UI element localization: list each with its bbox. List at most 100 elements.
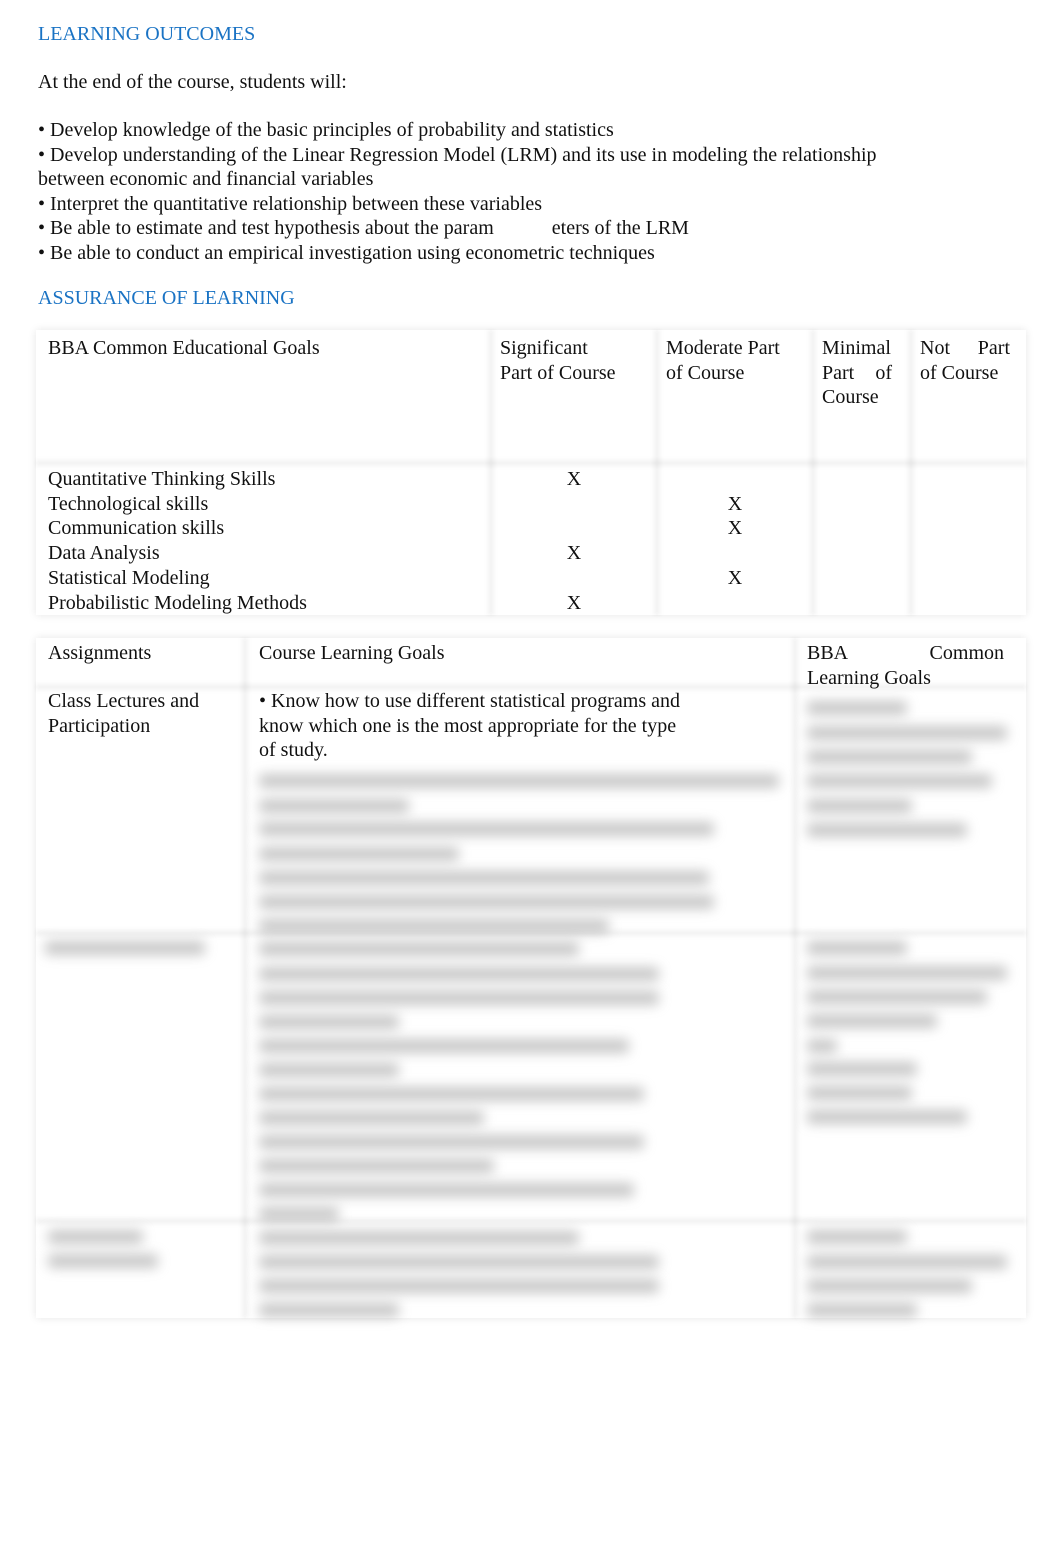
header-line: Significant [500, 337, 588, 359]
goal-row-label: Quantitative Thinking Skills [48, 468, 276, 490]
blurred-text-line [807, 941, 907, 955]
blurred-text-line [807, 1014, 937, 1028]
goal-level-mark: X [727, 492, 743, 515]
blurred-text-line [807, 750, 972, 764]
blurred-text-line [259, 822, 714, 836]
blurred-text-line [807, 1255, 1007, 1269]
blurred-text-line [807, 1039, 837, 1053]
table-divider [654, 330, 660, 615]
goal-row-label: Statistical Modeling [48, 566, 210, 589]
blurred-text-line [259, 774, 779, 788]
blurred-text-line [259, 1039, 629, 1053]
goal-row-label: Data Analysis [48, 542, 160, 565]
blurred-text-line [807, 823, 967, 837]
blurred-text-line [807, 966, 1007, 980]
blurred-text-line [259, 1255, 659, 1269]
blurred-text-line [807, 774, 992, 788]
header-line: Course [822, 386, 879, 408]
outcome-item-continuation: between economic and financial variables [38, 168, 374, 190]
header-line: Moderate Part [666, 337, 780, 359]
course-goal-line: of study. [259, 739, 328, 761]
blurred-text-line [259, 967, 659, 981]
goal-level-mark: X [727, 566, 743, 589]
goal-row-label: Probabilistic Modeling Methods [48, 591, 307, 614]
header-significant: Significant Part of Course [500, 336, 616, 385]
blurred-text-line [807, 1279, 972, 1293]
header-word: BBA [807, 642, 849, 664]
table-divider [36, 1218, 1026, 1224]
goal-row-label: Communication skills [48, 517, 225, 540]
blurred-text-line [807, 990, 987, 1004]
blurred-text-line [259, 991, 659, 1005]
blurred-text-line [807, 1230, 907, 1244]
blurred-text-line [259, 1087, 644, 1101]
table-divider [488, 330, 494, 615]
table-divider [792, 638, 798, 1318]
assignment-line: Class Lectures and [48, 690, 200, 712]
blurred-text-line [259, 1063, 399, 1077]
header-line: BBA Common [807, 641, 1004, 666]
goal-row-label: Technological skills [48, 492, 209, 515]
header-line: Part of Course [500, 361, 616, 384]
blurred-text-line [259, 895, 714, 909]
blurred-text-line [259, 1015, 399, 1029]
outcome-item: • Develop knowledge of the basic princip… [38, 119, 614, 141]
table-divider [242, 638, 248, 1318]
blurred-text-line [807, 1303, 917, 1317]
learning-outcomes-heading: LEARNING OUTCOMES [38, 23, 256, 45]
goal-level-mark: X [566, 542, 582, 565]
header-moderate: Moderate Part of Course [666, 336, 780, 385]
header-not: Not Part of Course [920, 336, 1010, 385]
table-divider [908, 330, 914, 615]
outcomes-list: • Develop knowledge of the basic princip… [38, 118, 938, 265]
header-bba-goals: BBA Common Learning Goals [807, 641, 1004, 690]
blurred-text-line [259, 1135, 644, 1149]
blurred-text-line [259, 942, 579, 956]
table-divider [36, 460, 1026, 466]
blurred-text-line [259, 1303, 399, 1317]
outcome-item: • Be able to estimate and test hypothesi… [38, 216, 938, 241]
header-line: of Course [920, 361, 999, 384]
table-divider [810, 330, 816, 615]
header-word: Common [929, 642, 1004, 664]
course-goal-line: know which one is the most appropriate f… [259, 714, 677, 737]
blurred-text-line [259, 1279, 659, 1293]
header-assignments: Assignments [48, 642, 152, 664]
header-minimal: Minimal Part of Course [822, 336, 892, 410]
course-goals-cell: • Know how to use different statistical … [259, 689, 709, 763]
course-goal-line: • Know how to use different statistical … [259, 690, 680, 712]
blurred-text-line [259, 919, 609, 933]
outcome-item: • Be able to conduct an empirical invest… [38, 241, 655, 264]
blurred-text-line [807, 726, 1007, 740]
header-line: of Course [666, 361, 745, 384]
header-line: Minimal [822, 337, 891, 359]
blurred-text-line [259, 1111, 484, 1125]
goal-level-mark: X [566, 468, 582, 490]
assignment-name: Class Lectures and Participation [48, 689, 199, 738]
blurred-text-line [259, 1159, 494, 1173]
goal-level-mark: X [727, 517, 743, 540]
blurred-text-line [48, 1254, 158, 1268]
goal-level-mark: X [566, 591, 582, 614]
blurred-text-line [807, 1062, 917, 1076]
outcome-item: • Interpret the quantitative relationshi… [38, 192, 543, 215]
header-line: Part of [822, 361, 892, 384]
blurred-text-line [259, 799, 409, 813]
blurred-text-line [259, 847, 459, 861]
outcome-item-part: • Be able to estimate and test hypothesi… [38, 217, 494, 239]
assignment-line: Participation [48, 714, 151, 737]
blurred-text-line [259, 1231, 579, 1245]
blurred-text-line [807, 701, 907, 715]
blurred-text-line [259, 1207, 339, 1221]
blurred-text-line [807, 1110, 967, 1124]
blurred-text-line [45, 941, 205, 955]
outcome-item-part: eters of the LRM [551, 217, 689, 239]
assurance-heading: ASSURANCE OF LEARNING [38, 287, 295, 309]
header-goal: BBA Common Educational Goals [48, 337, 320, 359]
blurred-text-line [807, 1086, 912, 1100]
header-line: Learning Goals [807, 666, 931, 689]
blurred-text-line [48, 1230, 143, 1244]
outcome-item: • Develop understanding of the Linear Re… [38, 143, 877, 166]
blurred-text-line [259, 871, 709, 885]
header-course-goals: Course Learning Goals [259, 642, 445, 664]
